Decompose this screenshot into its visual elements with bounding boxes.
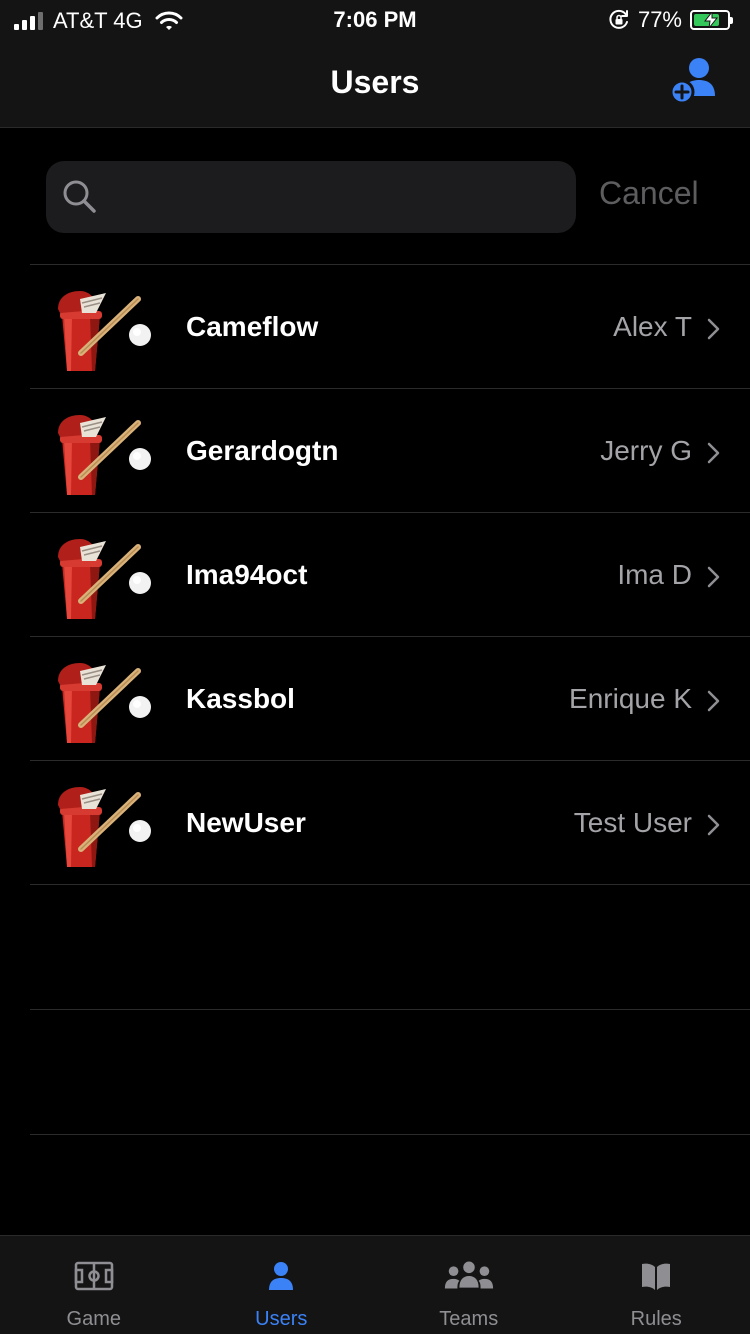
page-title: Users <box>330 64 420 100</box>
status-right: 77% <box>608 7 733 33</box>
username-label: NewUser <box>186 807 306 838</box>
full-name-label: Test User <box>573 807 692 838</box>
username-label: Cameflow <box>186 311 319 342</box>
username-label: Kassbol <box>186 683 295 714</box>
user-avatar <box>54 661 154 747</box>
rotation-lock-icon <box>609 9 628 29</box>
chevron-right-icon <box>707 318 720 340</box>
status-bar: AT&T 4G 7:06 PM 77% <box>0 0 750 40</box>
list-item[interactable]: Cameflow Alex T <box>30 265 750 389</box>
tab-users-label: Users <box>255 1308 308 1330</box>
tab-game[interactable]: Game <box>0 1236 188 1334</box>
tab-game-label: Game <box>66 1308 121 1330</box>
username-label: Ima94oct <box>186 559 308 590</box>
full-name-label: Jerry G <box>600 435 692 466</box>
book-icon <box>642 1263 671 1290</box>
search-icon <box>63 180 96 213</box>
charging-bolt-icon <box>704 12 718 28</box>
list-item[interactable]: NewUser Test User <box>30 761 750 885</box>
battery-percent: 77% <box>637 7 682 32</box>
user-list: CameflowAlex T GerardogtnJerry G Ima94 <box>30 264 750 1135</box>
add-user-icon <box>669 58 715 105</box>
tab-bar: Game Users Teams Rules <box>0 1235 750 1334</box>
search-bar[interactable] <box>46 161 576 233</box>
tab-rules[interactable]: Rules <box>563 1236 750 1334</box>
search-input[interactable] <box>116 161 566 233</box>
user-avatar <box>54 537 154 623</box>
chevron-right-icon <box>707 814 720 836</box>
user-avatar <box>54 289 154 375</box>
full-name-label: Ima D <box>617 559 692 590</box>
battery-icon <box>690 10 733 30</box>
tab-rules-label: Rules <box>630 1308 682 1330</box>
chevron-right-icon <box>707 690 720 712</box>
person-icon <box>269 1262 294 1290</box>
tab-users[interactable]: Users <box>188 1236 376 1334</box>
full-name-label: Alex T <box>613 311 692 342</box>
list-item[interactable]: Kassbol Enrique K <box>30 637 750 761</box>
field-icon <box>74 1261 113 1291</box>
user-avatar <box>54 413 154 499</box>
list-item[interactable]: Gerardogtn Jerry G <box>30 389 750 513</box>
group-icon <box>444 1261 493 1289</box>
chevron-right-icon <box>707 442 720 464</box>
username-label: Gerardogtn <box>186 435 339 466</box>
full-name-label: Enrique K <box>569 683 692 714</box>
tab-teams-label: Teams <box>439 1308 499 1330</box>
tab-teams[interactable]: Teams <box>375 1236 563 1334</box>
empty-row <box>30 1010 750 1135</box>
cancel-button[interactable]: Cancel <box>599 175 699 212</box>
user-avatar <box>54 785 154 871</box>
list-item[interactable]: Ima94oct Ima D <box>30 513 750 637</box>
add-user-button[interactable] <box>668 54 722 108</box>
empty-row <box>30 885 750 1010</box>
nav-bar: Users <box>0 40 750 128</box>
chevron-right-icon <box>707 566 720 588</box>
